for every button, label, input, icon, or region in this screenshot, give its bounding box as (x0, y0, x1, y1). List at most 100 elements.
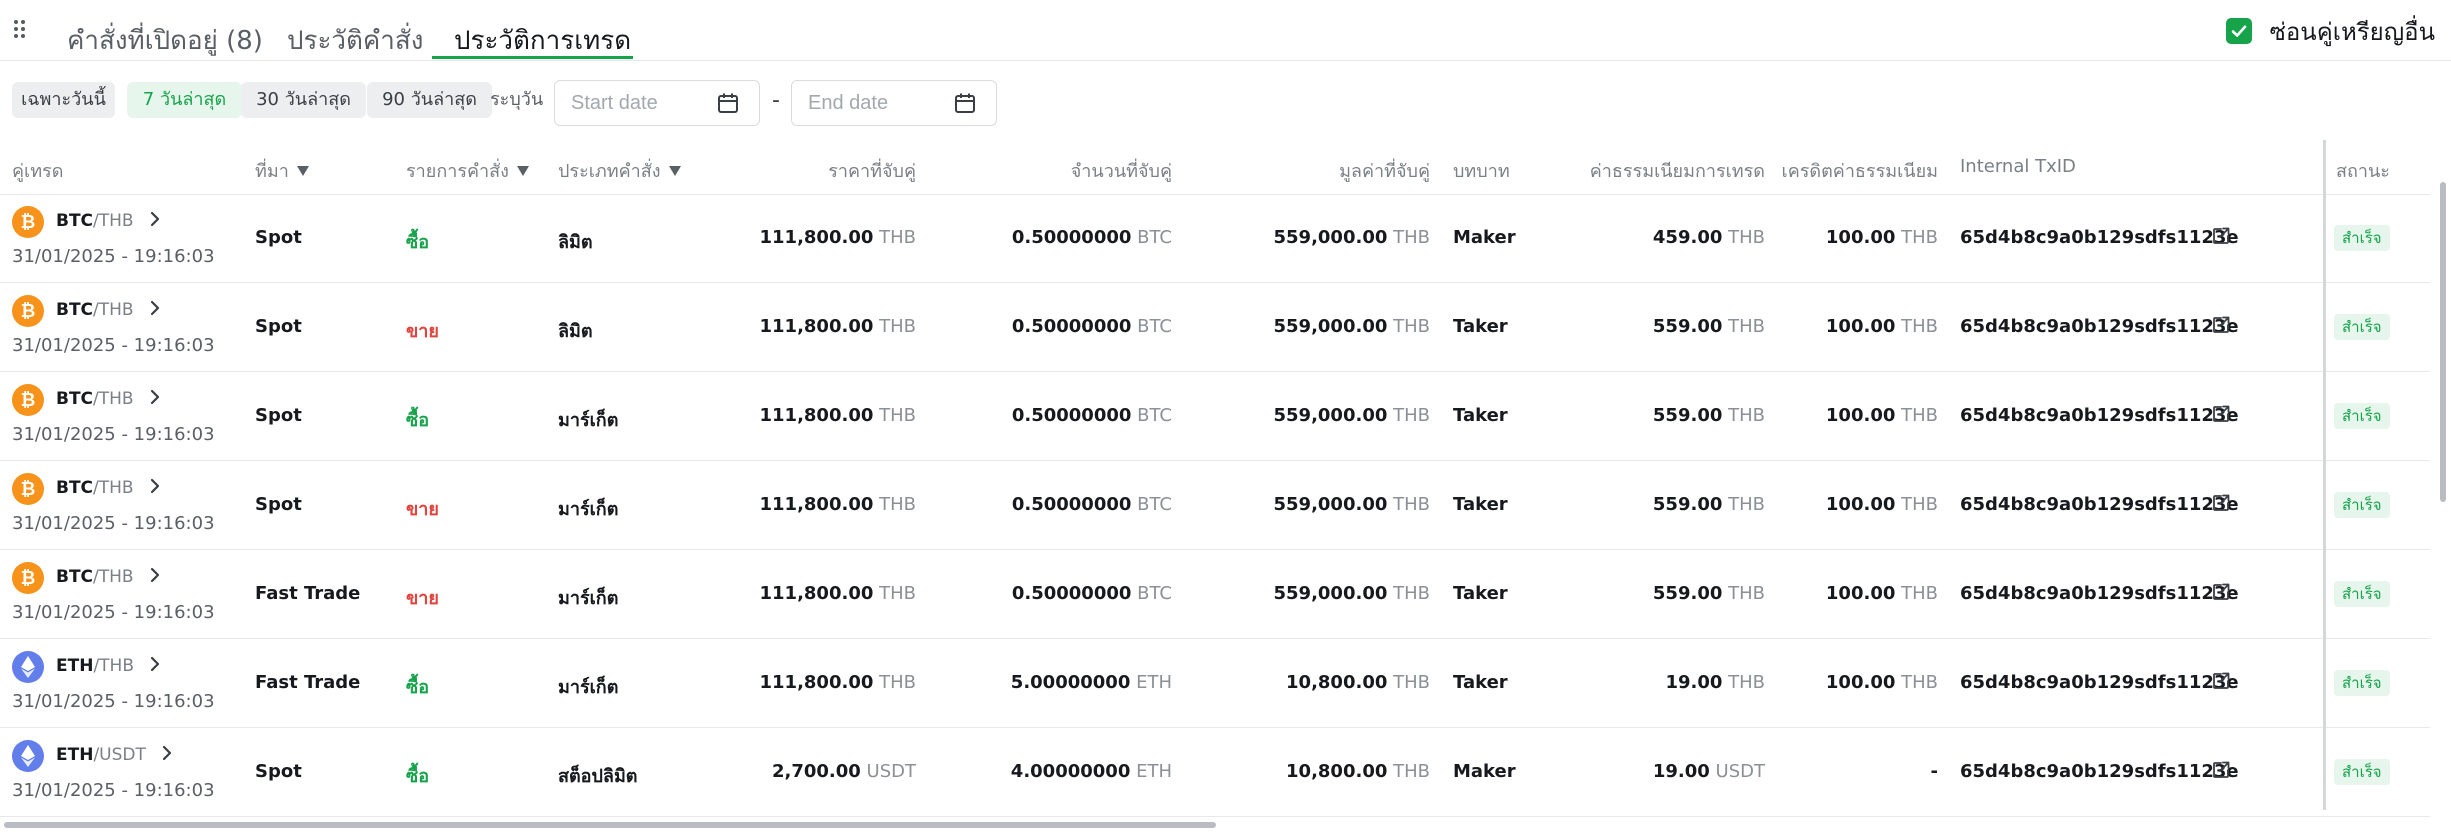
internal-txid[interactable]: 65d4b8c9a0b129sdfs1123e (1960, 761, 2239, 782)
column-header-role: บทบาท (1453, 161, 1510, 182)
matched-amount: 4.00000000 ETH (1010, 761, 1172, 782)
table-row[interactable]: ₿ BTC/THB 31/01/2025 - 19:16:03 Spot ขาย ลิมิ… (0, 283, 2430, 372)
chevron-right-icon[interactable] (148, 299, 162, 317)
external-link-icon[interactable] (2211, 315, 2231, 335)
chevron-right-icon[interactable] (148, 210, 162, 228)
column-header-order-type[interactable]: ประเภทคำสั่ง (558, 156, 681, 185)
trade-date: 31/01/2025 - 19:16:03 (12, 691, 215, 712)
filter-30-days[interactable]: 30 วันล่าสุด (241, 82, 366, 118)
trade-pair[interactable]: ETH/USDT (56, 745, 146, 765)
column-header-txid: Internal TxID (1960, 156, 2076, 177)
trade-pair[interactable]: BTC/THB (56, 478, 134, 498)
chevron-right-icon[interactable] (148, 566, 162, 584)
trade-date: 31/01/2025 - 19:16:03 (12, 246, 215, 267)
filter-dropdown-icon[interactable] (668, 165, 681, 176)
matched-value: 559,000.00 THB (1273, 583, 1431, 604)
tab-open-orders[interactable]: คำสั่งที่เปิดอยู่ (8) (67, 20, 263, 60)
fee-credit: 100.00 THB (1825, 405, 1938, 426)
matched-value: 10,800.00 THB (1286, 761, 1430, 782)
chevron-right-icon[interactable] (148, 655, 162, 673)
table-row[interactable]: ₿ BTC/THB 31/01/2025 - 19:16:03 Spot ขาย มาร์… (0, 461, 2430, 550)
trade-side: ซื้อ (406, 410, 430, 431)
status-badge: สำเร็จ (2334, 670, 2390, 696)
vertical-scrollbar[interactable] (2436, 170, 2451, 810)
checkbox-checked-icon[interactable] (2225, 18, 2252, 44)
trade-pair[interactable]: BTC/THB (56, 211, 134, 231)
order-type: มาร์เก็ต (558, 677, 619, 698)
matched-amount: 0.50000000 BTC (1011, 227, 1172, 248)
drag-handle-icon[interactable] (14, 20, 28, 40)
table-row[interactable]: ₿ BTC/THB 31/01/2025 - 19:16:03 Spot ซื้อ ลิม… (0, 194, 2430, 283)
matched-amount: 0.50000000 BTC (1011, 316, 1172, 337)
internal-txid[interactable]: 65d4b8c9a0b129sdfs1123e (1960, 316, 2239, 337)
external-link-icon[interactable] (2211, 226, 2231, 246)
filter-90-days[interactable]: 90 วันล่าสุด (367, 82, 492, 118)
hide-other-pairs-toggle[interactable]: ซ่อนคู่เหรียญอื่น (2225, 16, 2435, 46)
status-badge: สำเร็จ (2334, 492, 2390, 518)
horizontal-scrollbar-thumb[interactable] (4, 822, 1216, 828)
internal-txid[interactable]: 65d4b8c9a0b129sdfs1123e (1960, 227, 2239, 248)
calendar-icon[interactable] (717, 92, 739, 114)
filter-dropdown-icon[interactable] (296, 165, 309, 176)
svg-text:₿: ₿ (21, 568, 36, 589)
start-date-field[interactable] (554, 80, 760, 126)
matched-price: 111,800.00 THB (759, 494, 917, 515)
table-row[interactable]: ETH/USDT 31/01/2025 - 19:16:03 Spot ซื้อ สต็… (0, 728, 2430, 817)
end-date-field[interactable] (791, 80, 997, 126)
trade-pair[interactable]: ETH/THB (56, 656, 134, 676)
matched-price: 111,800.00 THB (759, 316, 917, 337)
tab-order-history[interactable]: ประวัติคำสั่ง (287, 20, 423, 60)
trade-date: 31/01/2025 - 19:16:03 (12, 780, 215, 801)
chevron-right-icon[interactable] (160, 744, 174, 762)
trade-source: Spot (255, 316, 302, 337)
matched-price: 111,800.00 THB (759, 227, 917, 248)
column-header-pair: คู่เทรด (12, 161, 64, 182)
hide-other-pairs-label: ซ่อนคู่เหรียญอื่น (2269, 17, 2435, 46)
chevron-right-icon[interactable] (148, 388, 162, 406)
filter-7-days[interactable]: 7 วันล่าสุด (127, 82, 242, 118)
matched-value: 559,000.00 THB (1273, 494, 1431, 515)
external-link-icon[interactable] (2211, 404, 2231, 424)
chevron-right-icon[interactable] (148, 477, 162, 495)
vertical-scrollbar-thumb[interactable] (2440, 182, 2446, 502)
start-date-input[interactable] (571, 89, 711, 117)
external-link-icon[interactable] (2211, 760, 2231, 780)
custom-range-label: ระบุวัน (490, 89, 544, 110)
svg-text:₿: ₿ (21, 390, 36, 411)
internal-txid[interactable]: 65d4b8c9a0b129sdfs1123e (1960, 405, 2239, 426)
external-link-icon[interactable] (2211, 582, 2231, 602)
trade-source: Fast Trade (255, 583, 361, 604)
trade-source: Spot (255, 405, 302, 426)
calendar-icon[interactable] (954, 92, 976, 114)
trade-pair[interactable]: BTC/THB (56, 300, 134, 320)
internal-txid[interactable]: 65d4b8c9a0b129sdfs1123e (1960, 583, 2239, 604)
trade-pair[interactable]: BTC/THB (56, 567, 134, 587)
column-header-value: มูลค่าที่จับคู่ (1339, 161, 1430, 182)
tab-trade-history[interactable]: ประวัติการเทรด (454, 20, 631, 60)
column-header-side[interactable]: รายการคำสั่ง (406, 156, 529, 185)
order-type: สต็อปลิมิต (558, 766, 638, 787)
external-link-icon[interactable] (2211, 671, 2231, 691)
trading-fee: 459.00 THB (1652, 227, 1765, 248)
external-link-icon[interactable] (2211, 493, 2231, 513)
matched-amount: 0.50000000 BTC (1011, 405, 1172, 426)
filter-today[interactable]: เฉพาะวันนี้ (12, 82, 115, 118)
table-row[interactable]: ₿ BTC/THB 31/01/2025 - 19:16:03 Spot ซื้อ มาร… (0, 372, 2430, 461)
table-row[interactable]: ETH/THB 31/01/2025 - 19:16:03 Fast Trade ซื… (0, 639, 2430, 728)
internal-txid[interactable]: 65d4b8c9a0b129sdfs1123e (1960, 494, 2239, 515)
table-row[interactable]: ₿ BTC/THB 31/01/2025 - 19:16:03 Fast Trade ข… (0, 550, 2430, 639)
internal-txid[interactable]: 65d4b8c9a0b129sdfs1123e (1960, 672, 2239, 693)
fee-credit: - (1930, 761, 1938, 782)
filter-dropdown-icon[interactable] (516, 165, 529, 176)
svg-text:₿: ₿ (21, 479, 36, 500)
bitcoin-icon: ₿ (12, 384, 44, 416)
trade-date: 31/01/2025 - 19:16:03 (12, 424, 215, 445)
trade-date: 31/01/2025 - 19:16:03 (12, 335, 215, 356)
order-type: มาร์เก็ต (558, 499, 619, 520)
trade-pair[interactable]: BTC/THB (56, 389, 134, 409)
column-header-source[interactable]: ที่มา (255, 156, 309, 185)
end-date-input[interactable] (808, 89, 948, 117)
trading-fee: 19.00 USDT (1652, 761, 1765, 782)
trade-side: ซื้อ (406, 232, 430, 253)
horizontal-scrollbar[interactable] (0, 818, 2451, 832)
